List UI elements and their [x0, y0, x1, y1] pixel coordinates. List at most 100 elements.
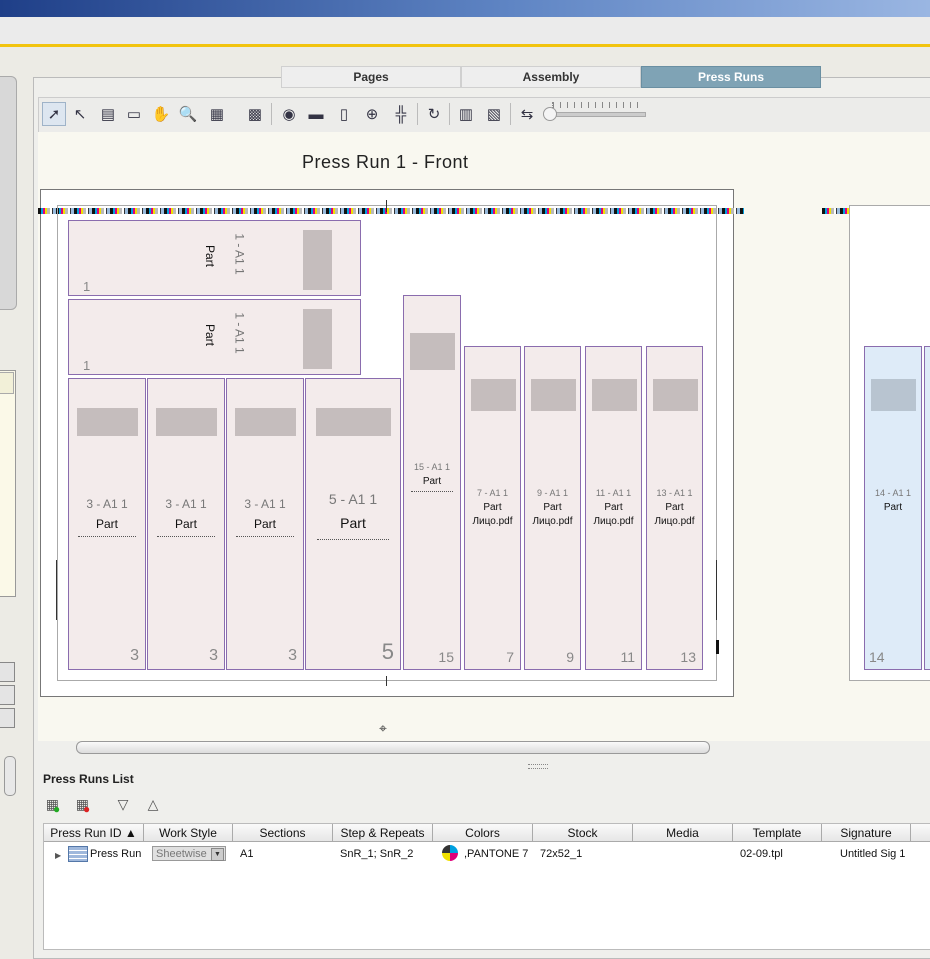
- toolbar-separator: [449, 103, 450, 125]
- column-header-work-style[interactable]: Work Style: [144, 824, 233, 842]
- preview-eye-icon[interactable]: ◉: [277, 102, 301, 126]
- page-frame-9[interactable]: 9 - A1 1 Part Лицо.pdf 9: [524, 346, 581, 670]
- page-frame-7[interactable]: 7 - A1 1 Part Лицо.pdf 7: [464, 346, 521, 670]
- page-frame-3c[interactable]: 3 - A1 1 Part 3: [226, 378, 304, 670]
- page-part-label: Part: [422, 476, 442, 487]
- chevron-down-icon[interactable]: ▼: [211, 848, 224, 861]
- toolbar-separator: [510, 103, 511, 125]
- move-up-icon[interactable]: △: [140, 792, 166, 816]
- refresh-icon[interactable]: ↻: [422, 102, 446, 126]
- page-part-label: Part: [203, 244, 218, 268]
- page-image-placeholder: [592, 379, 637, 411]
- page-image-placeholder: [303, 230, 332, 290]
- select-arrow-icon[interactable]: ➚: [42, 102, 66, 126]
- cut-mark: [716, 640, 719, 654]
- column-header-signature[interactable]: Signature: [822, 824, 911, 842]
- page-number: 5: [381, 639, 394, 664]
- page-number: 14: [869, 649, 885, 665]
- page-image-placeholder: [316, 408, 391, 436]
- page-caption-line: [78, 536, 136, 537]
- zoom-slider[interactable]: [548, 112, 646, 117]
- page-frame-5[interactable]: 5 - A1 1 Part 5: [305, 378, 401, 670]
- column-header-colors[interactable]: Colors: [433, 824, 533, 842]
- panel-splitter[interactable]: [528, 764, 548, 769]
- press-runs-list-title: Press Runs List: [43, 772, 134, 786]
- page-image-placeholder: [156, 408, 217, 436]
- arrange-icon[interactable]: ▧: [482, 102, 506, 126]
- crosshair-icon[interactable]: ⊕: [360, 102, 384, 126]
- page-section-label: 15 - A1 1: [413, 462, 451, 472]
- page-frame-15[interactable]: 15 - A1 1 Part 15: [403, 295, 461, 670]
- zoom-icon[interactable]: 🔍: [176, 102, 200, 126]
- cell-template: 02-09.tpl: [740, 848, 783, 860]
- work-style-value: Sheetwise: [156, 848, 207, 860]
- page-frame-11[interactable]: 11 - A1 1 Part Лицо.pdf 11: [585, 346, 642, 670]
- page-section-label: 11 - A1 1: [595, 488, 632, 498]
- left-scrollbar[interactable]: [4, 756, 16, 796]
- page-number: 15: [438, 649, 454, 665]
- page-file-label: Лицо.pdf: [654, 516, 695, 527]
- page-image-placeholder: [303, 309, 332, 369]
- delete-press-run-icon[interactable]: ▦ ●: [70, 792, 96, 817]
- left-collapsed-panel[interactable]: [0, 76, 17, 310]
- cut-mark: [386, 200, 387, 212]
- split-icon[interactable]: ╬: [389, 102, 413, 126]
- column-header-sections[interactable]: Sections: [233, 824, 333, 842]
- zoom-slider-knob[interactable]: [543, 107, 557, 121]
- document-icon[interactable]: ▯: [332, 102, 356, 126]
- page-caption-line: [410, 491, 454, 492]
- ruler-icon[interactable]: ▬: [304, 102, 328, 126]
- page-part-label: Part: [203, 323, 218, 347]
- page-section-label: 3 - A1 1: [165, 497, 207, 511]
- page-number: 9: [566, 649, 574, 665]
- page-number: 3: [130, 647, 139, 664]
- expand-row-icon[interactable]: ▶: [55, 851, 61, 860]
- page-frame-14[interactable]: 14 - A1 1 Part 14: [864, 346, 922, 670]
- move-down-icon[interactable]: ▽: [110, 792, 136, 816]
- press-run-title: Press Run 1 - Front: [302, 152, 469, 172]
- select-object-icon[interactable]: ↖: [68, 102, 92, 126]
- page-number: 3: [209, 647, 218, 664]
- column-header-step-repeats[interactable]: Step & Repeats: [333, 824, 433, 842]
- mark-icon[interactable]: ▩: [243, 102, 267, 126]
- column-header-press-run-id[interactable]: Press Run ID ▲: [44, 824, 144, 842]
- hand-icon[interactable]: ✋: [149, 102, 173, 126]
- page-frame-3a[interactable]: 3 - A1 1 Part 3: [68, 378, 146, 670]
- tab-press-runs[interactable]: Press Runs: [641, 66, 821, 88]
- layout-icon[interactable]: ▦: [205, 102, 229, 126]
- work-style-select[interactable]: Sheetwise ▼: [152, 846, 226, 861]
- page-section-label: 9 - A1 1: [536, 488, 569, 498]
- page-part-label: Part: [883, 502, 903, 513]
- page-part-label: Part: [604, 502, 623, 513]
- page-section-label: 1 - A1 1: [232, 233, 247, 275]
- step-repeat-icon[interactable]: ▥: [454, 102, 478, 126]
- add-press-run-icon[interactable]: ▦ ●: [40, 792, 66, 817]
- canvas-horizontal-scrollbar[interactable]: [76, 741, 710, 754]
- page-numbering-icon[interactable]: ▤: [96, 102, 120, 126]
- column-header-media[interactable]: Media: [633, 824, 733, 842]
- page-file-label: Лицо.pdf: [593, 516, 634, 527]
- left-panel-button-1[interactable]: [0, 662, 15, 682]
- page-icon[interactable]: ▭: [122, 102, 146, 126]
- page-part-label: Part: [174, 517, 197, 531]
- page-number: 1: [83, 279, 91, 294]
- page-part-label: Part: [665, 502, 684, 513]
- page-frame-13[interactable]: 13 - A1 1 Part Лицо.pdf 13: [646, 346, 703, 670]
- page-frame-3b[interactable]: 3 - A1 1 Part 3: [147, 378, 225, 670]
- page-section-label: 3 - A1 1: [244, 497, 286, 511]
- left-panel-button-3[interactable]: [0, 708, 15, 728]
- tab-assembly[interactable]: Assembly: [461, 66, 641, 88]
- page-frame-1b[interactable]: 1 - A1 1 Part 1: [68, 299, 361, 375]
- page-image-placeholder: [653, 379, 698, 411]
- undo-layout-icon[interactable]: ⇆: [515, 102, 539, 126]
- cell-step-repeats: SnR_1; SnR_2: [340, 848, 414, 860]
- page-frame-1a[interactable]: 1 - A1 1 Part 1: [68, 220, 361, 296]
- tab-pages[interactable]: Pages: [281, 66, 461, 88]
- column-header-template[interactable]: Template: [733, 824, 822, 842]
- page-image-placeholder: [871, 379, 916, 411]
- left-panel-header[interactable]: [0, 372, 14, 394]
- column-header-stock[interactable]: Stock: [533, 824, 633, 842]
- page-number: 7: [506, 649, 514, 665]
- page-frame-partial[interactable]: [924, 346, 930, 670]
- left-panel-button-2[interactable]: [0, 685, 15, 705]
